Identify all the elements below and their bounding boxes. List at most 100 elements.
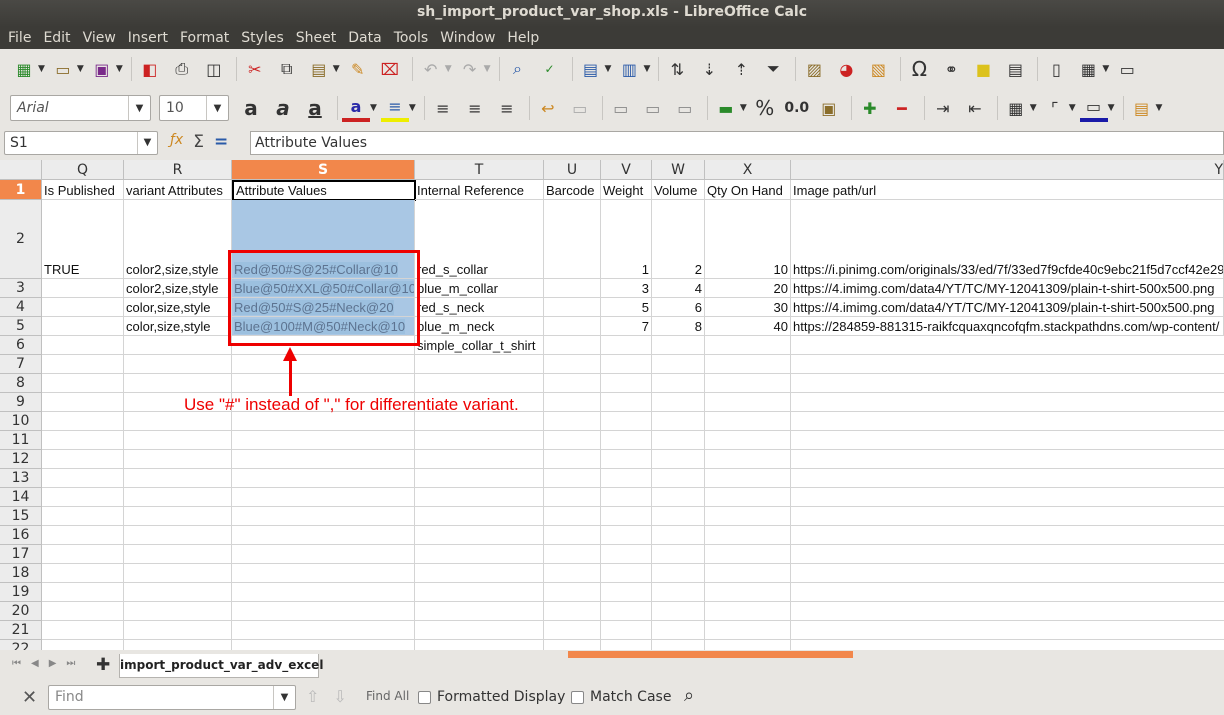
bold-icon[interactable]: a — [237, 94, 265, 122]
define-print-area-icon[interactable]: ▯ — [1042, 55, 1070, 83]
sheet-tab[interactable]: import_product_var_adv_excel — [119, 654, 323, 678]
save-dropdown-icon[interactable]: ▼ — [116, 64, 123, 74]
column-header-u[interactable]: U — [544, 160, 601, 180]
cell-internal-reference[interactable]: blue_m_collar — [415, 279, 544, 298]
date-format-icon[interactable]: ▣ — [815, 94, 843, 122]
chevron-down-icon[interactable]: ▼ — [206, 96, 228, 120]
freeze-dropdown-icon[interactable]: ▼ — [1102, 64, 1109, 74]
last-sheet-icon[interactable]: ⏭ — [66, 658, 75, 669]
delete-decimal-icon[interactable]: ━ — [888, 94, 916, 122]
row-icon[interactable]: ▤ — [577, 55, 605, 83]
cell-volume[interactable]: 2 — [652, 200, 705, 279]
cell-variant-attributes[interactable]: color2,size,style — [124, 200, 232, 279]
add-sheet-icon[interactable]: ✚ — [96, 655, 110, 675]
border-style-icon[interactable]: ⌜ — [1041, 94, 1069, 122]
row-header[interactable]: 22 — [0, 640, 42, 650]
conditional-format-icon[interactable]: ▤ — [1128, 94, 1156, 122]
highlight-dropdown-icon[interactable]: ▼ — [409, 103, 416, 113]
border-style-dropdown-icon[interactable]: ▼ — [1069, 103, 1076, 113]
row-header[interactable]: 20 — [0, 602, 42, 621]
header-cell-is-published[interactable]: Is Published — [42, 180, 124, 200]
header-cell-internal-reference[interactable]: Internal Reference — [415, 180, 544, 200]
row-header[interactable]: 10 — [0, 412, 42, 431]
next-sheet-icon[interactable]: ▶ — [49, 658, 57, 669]
conditional-dropdown-icon[interactable]: ▼ — [1156, 103, 1163, 113]
cell-is-published[interactable] — [42, 279, 124, 298]
row-header[interactable]: 21 — [0, 621, 42, 640]
hyperlink-icon[interactable]: ⚭ — [937, 55, 965, 83]
row-header[interactable]: 2 — [0, 200, 42, 279]
open-folder-icon[interactable]: ▭ — [49, 55, 77, 83]
column-header-y[interactable]: Y — [791, 160, 1224, 180]
corner-select-all[interactable] — [0, 160, 42, 180]
row-dropdown-icon[interactable]: ▼ — [605, 64, 612, 74]
print-preview-icon[interactable]: ◫ — [200, 55, 228, 83]
header-cell-variant-attributes[interactable]: variant Attributes — [124, 180, 232, 200]
insert-chart-icon[interactable]: ◕ — [832, 55, 860, 83]
border-color-icon[interactable]: ▭ — [1079, 94, 1108, 122]
borders-icon[interactable]: ▦ — [1002, 94, 1030, 122]
cell-internal-reference[interactable]: red_s_neck — [415, 298, 544, 317]
row-header[interactable]: 11 — [0, 431, 42, 450]
font-color-icon[interactable]: a — [342, 94, 370, 122]
column-header-v[interactable]: V — [601, 160, 652, 180]
currency-icon[interactable]: ▬ — [712, 94, 740, 122]
find-all-button[interactable]: Find All — [366, 689, 409, 703]
number-format-button[interactable]: 0.0 — [783, 94, 811, 122]
sort-descending-icon[interactable]: ⇣ — [695, 55, 723, 83]
chevron-down-icon[interactable]: ▼ — [128, 96, 150, 120]
row-header[interactable]: 5 — [0, 317, 42, 336]
print-icon[interactable]: ⎙ — [168, 55, 196, 83]
menu-view[interactable]: View — [77, 27, 122, 49]
header-cell-attribute-values[interactable]: Attribute Values — [232, 180, 416, 201]
cell-variant-attributes[interactable]: color,size,style — [124, 298, 232, 317]
italic-icon[interactable]: a — [269, 94, 297, 122]
comment-icon[interactable]: ■ — [969, 55, 997, 83]
chevron-down-icon[interactable]: ▼ — [137, 132, 157, 154]
cut-icon[interactable]: ✂ — [241, 55, 269, 83]
border-color-dropdown-icon[interactable]: ▼ — [1108, 103, 1115, 113]
row-header[interactable]: 4 — [0, 298, 42, 317]
menu-styles[interactable]: Styles — [235, 27, 289, 49]
freeze-rows-icon[interactable]: ▦ — [1074, 55, 1102, 83]
row-header[interactable]: 6 — [0, 336, 42, 355]
column-dropdown-icon[interactable]: ▼ — [643, 64, 650, 74]
header-footer-icon[interactable]: ▤ — [1001, 55, 1029, 83]
row-header[interactable]: 18 — [0, 564, 42, 583]
spelling-icon[interactable]: ✓ — [536, 55, 564, 83]
cell-image-path[interactable]: https://284859-881315-raikfcquaxqncofqfm… — [791, 317, 1224, 336]
wrap-text-icon[interactable]: ↩ — [534, 94, 562, 122]
checkbox-box[interactable] — [571, 690, 584, 704]
decrease-indent-icon[interactable]: ⇤ — [961, 94, 989, 122]
cell-barcode[interactable] — [544, 298, 601, 317]
redo-dropdown-icon[interactable]: ▼ — [484, 64, 491, 74]
sum-icon[interactable]: Σ — [193, 132, 204, 152]
clone-formatting-icon[interactable]: ✎ — [344, 55, 372, 83]
header-cell-image-path[interactable]: Image path/url — [791, 180, 1224, 200]
cell-internal-reference[interactable]: red_s_collar — [415, 200, 544, 279]
menu-tools[interactable]: Tools — [388, 27, 435, 49]
cell-weight[interactable]: 1 — [601, 200, 652, 279]
redo-icon[interactable]: ↷ — [456, 55, 484, 83]
undo-dropdown-icon[interactable]: ▼ — [445, 64, 452, 74]
cell-weight[interactable]: 3 — [601, 279, 652, 298]
pivot-table-icon[interactable]: ▧ — [864, 55, 892, 83]
name-box[interactable]: S1 ▼ — [4, 131, 158, 155]
paste-dropdown-icon[interactable]: ▼ — [333, 64, 340, 74]
cell-qty[interactable]: 30 — [705, 298, 791, 317]
header-cell-barcode[interactable]: Barcode — [544, 180, 601, 200]
cell-variant-attributes[interactable]: color,size,style — [124, 317, 232, 336]
cell-is-published[interactable] — [42, 317, 124, 336]
cell-qty[interactable]: 40 — [705, 317, 791, 336]
menu-help[interactable]: Help — [501, 27, 545, 49]
row-header[interactable]: 16 — [0, 526, 42, 545]
column-header-x[interactable]: X — [705, 160, 791, 180]
cell-volume[interactable]: 8 — [652, 317, 705, 336]
sort-ascending-icon[interactable]: ⇡ — [727, 55, 755, 83]
menu-sheet[interactable]: Sheet — [290, 27, 342, 49]
formula-input[interactable]: Attribute Values — [250, 131, 1224, 155]
borders-dropdown-icon[interactable]: ▼ — [1030, 103, 1037, 113]
cell-is-published[interactable] — [42, 298, 124, 317]
add-decimal-icon[interactable]: ✚ — [856, 94, 884, 122]
menu-format[interactable]: Format — [174, 27, 235, 49]
